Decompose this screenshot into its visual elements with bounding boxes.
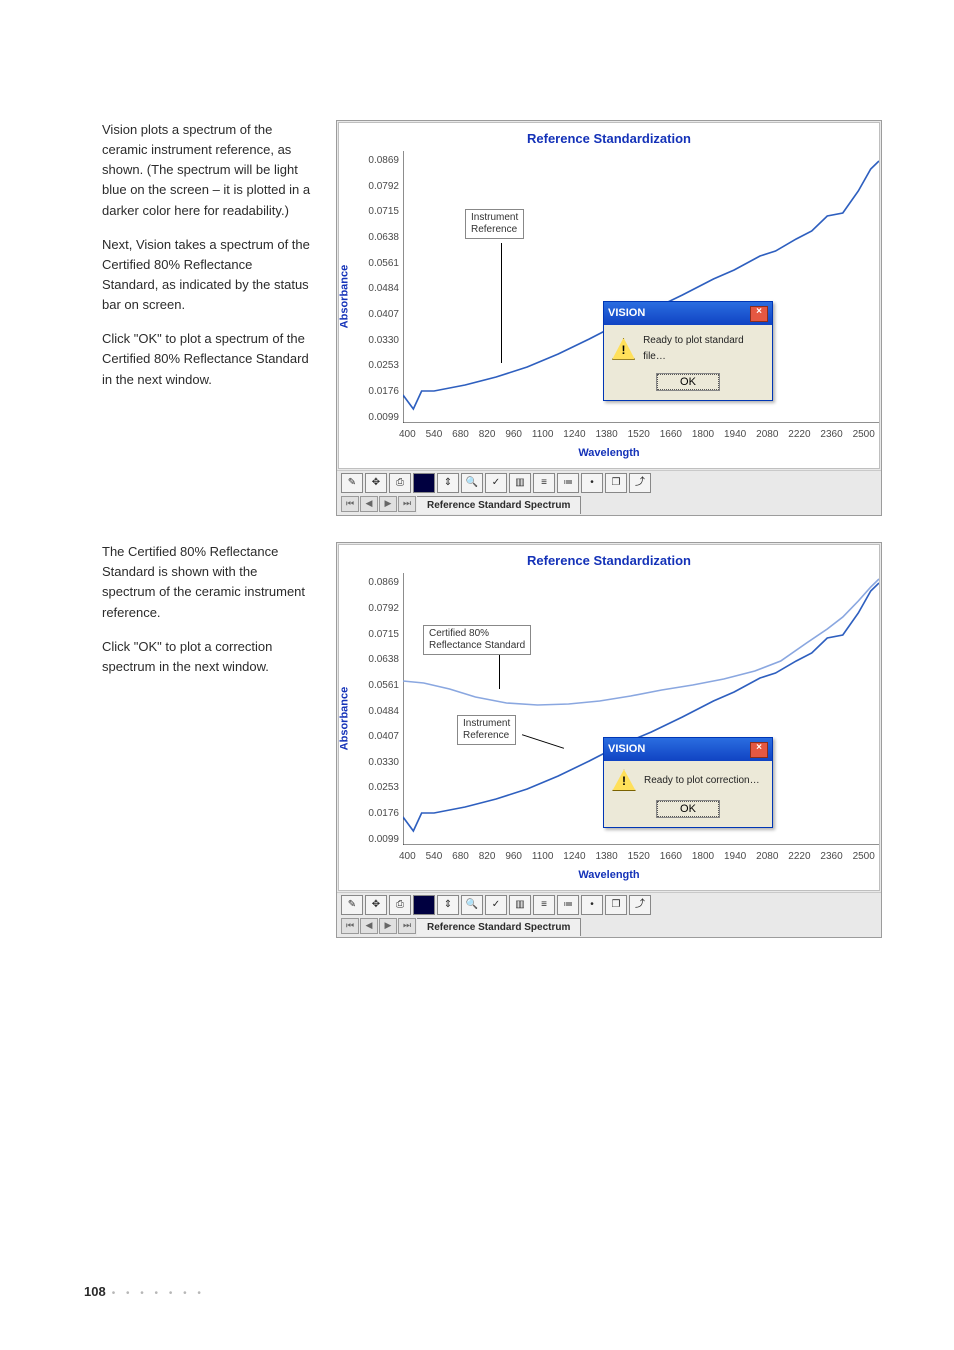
dialog-title: VISION — [608, 305, 645, 322]
dialog-message: Ready to plot correction… — [644, 773, 760, 789]
bars-icon[interactable]: ▥ — [509, 895, 531, 915]
copy-icon[interactable]: ✎ — [341, 895, 363, 915]
y-ticks: 0.08690.07920.07150.06380.05610.04840.04… — [357, 573, 403, 847]
check-icon[interactable]: ✓ — [485, 895, 507, 915]
chart-title: Reference Standardization — [339, 123, 879, 151]
marker-icon[interactable]: • — [581, 895, 603, 915]
bars-icon[interactable]: ▥ — [509, 473, 531, 493]
chart-toolbar: ✎ ✥ ⎙ ⇕ 🔍 ✓ ▥ ≡ ≔ • ❐ ⤴ — [337, 470, 881, 495]
marker-icon[interactable]: • — [581, 473, 603, 493]
y-axis-label: Absorbance — [336, 687, 353, 751]
text-column: The Certified 80% Reflectance Standard i… — [102, 542, 312, 691]
print-icon[interactable]: ⎙ — [389, 895, 411, 915]
first-icon[interactable]: ⏮ — [341, 496, 359, 512]
list-icon[interactable]: ≡ — [533, 473, 555, 493]
paragraph: Next, Vision takes a spectrum of the Cer… — [102, 235, 312, 316]
prev-icon[interactable]: ◀ — [360, 918, 378, 934]
x-axis-label: Wavelength — [339, 445, 879, 462]
vision-dialog: VISION × Ready to plot standard file… — [603, 301, 773, 401]
page-number: 108 — [84, 1284, 106, 1299]
x-axis-label: Wavelength — [339, 867, 879, 884]
export-icon[interactable]: ⤴ — [629, 895, 651, 915]
spectrum-tab[interactable]: Reference Standard Spectrum — [417, 496, 581, 515]
spectrum-tab[interactable]: Reference Standard Spectrum — [417, 918, 581, 937]
tab-nav: ⏮ ◀ ▶ ⏭ Reference Standard Spectrum — [337, 495, 881, 516]
list-icon[interactable]: ≡ — [533, 895, 555, 915]
tab-nav: ⏮ ◀ ▶ ⏭ Reference Standard Spectrum — [337, 917, 881, 938]
ok-button[interactable]: OK — [657, 374, 719, 390]
check-icon[interactable]: ✓ — [485, 473, 507, 493]
paragraph: Click "OK" to plot a correction spectrum… — [102, 637, 312, 677]
chart-toolbar: ✎ ✥ ⎙ ⇕ 🔍 ✓ ▥ ≡ ≔ • ❐ ⤴ — [337, 892, 881, 917]
y-axis-label: Absorbance — [336, 265, 353, 329]
export-icon[interactable]: ⤴ — [629, 473, 651, 493]
updown-icon[interactable]: ⇕ — [437, 895, 459, 915]
vision-dialog: VISION × Ready to plot correction… — [603, 737, 773, 828]
ruler-icon[interactable]: ≔ — [557, 895, 579, 915]
palette-icon[interactable] — [413, 473, 435, 493]
dialog-message: Ready to plot standard file… — [643, 333, 764, 364]
x-ticks: 4005406808209601100124013801520166018001… — [339, 849, 879, 865]
note-icon[interactable]: ❐ — [605, 895, 627, 915]
zoom-icon[interactable]: 🔍 — [461, 895, 483, 915]
chart-title: Reference Standardization — [339, 545, 879, 573]
chart-panel-1: Reference Standardization Absorbance 0.0… — [336, 120, 882, 516]
y-ticks: 0.08690.07920.07150.06380.05610.04840.04… — [357, 151, 403, 425]
page-footer: 108 • • • • • • • — [84, 1282, 205, 1302]
warning-icon — [612, 769, 636, 791]
note-icon[interactable]: ❐ — [605, 473, 627, 493]
spectrum-annot-ref: Instrument Reference — [457, 715, 516, 745]
palette-icon[interactable] — [413, 895, 435, 915]
close-icon[interactable]: × — [750, 306, 768, 322]
ruler-icon[interactable]: ≔ — [557, 473, 579, 493]
first-icon[interactable]: ⏮ — [341, 918, 359, 934]
updown-icon[interactable]: ⇕ — [437, 473, 459, 493]
spectrum-annot-ref: Instrument Reference — [465, 209, 524, 239]
print-icon[interactable]: ⎙ — [389, 473, 411, 493]
expand-icon[interactable]: ✥ — [365, 895, 387, 915]
prev-icon[interactable]: ◀ — [360, 496, 378, 512]
next-icon[interactable]: ▶ — [379, 918, 397, 934]
last-icon[interactable]: ⏭ — [398, 496, 416, 512]
plot-area: Certified 80% Reflectance Standard Instr… — [403, 573, 879, 845]
copy-icon[interactable]: ✎ — [341, 473, 363, 493]
chart-panel-2: Reference Standardization Absorbance 0.0… — [336, 542, 882, 938]
last-icon[interactable]: ⏭ — [398, 918, 416, 934]
paragraph: Click "OK" to plot a spectrum of the Cer… — [102, 329, 312, 389]
spectrum-annot-cert: Certified 80% Reflectance Standard — [423, 625, 531, 655]
next-icon[interactable]: ▶ — [379, 496, 397, 512]
close-icon[interactable]: × — [750, 742, 768, 758]
dialog-title: VISION — [608, 741, 645, 758]
zoom-icon[interactable]: 🔍 — [461, 473, 483, 493]
footer-dots: • • • • • • • — [112, 1288, 205, 1299]
paragraph: Vision plots a spectrum of the ceramic i… — [102, 120, 312, 221]
plot-area: Instrument Reference VISION × — [403, 151, 879, 423]
expand-icon[interactable]: ✥ — [365, 473, 387, 493]
x-ticks: 4005406808209601100124013801520166018001… — [339, 427, 879, 443]
warning-icon — [612, 338, 635, 360]
paragraph: The Certified 80% Reflectance Standard i… — [102, 542, 312, 623]
text-column: Vision plots a spectrum of the ceramic i… — [102, 120, 312, 404]
ok-button[interactable]: OK — [657, 801, 719, 817]
